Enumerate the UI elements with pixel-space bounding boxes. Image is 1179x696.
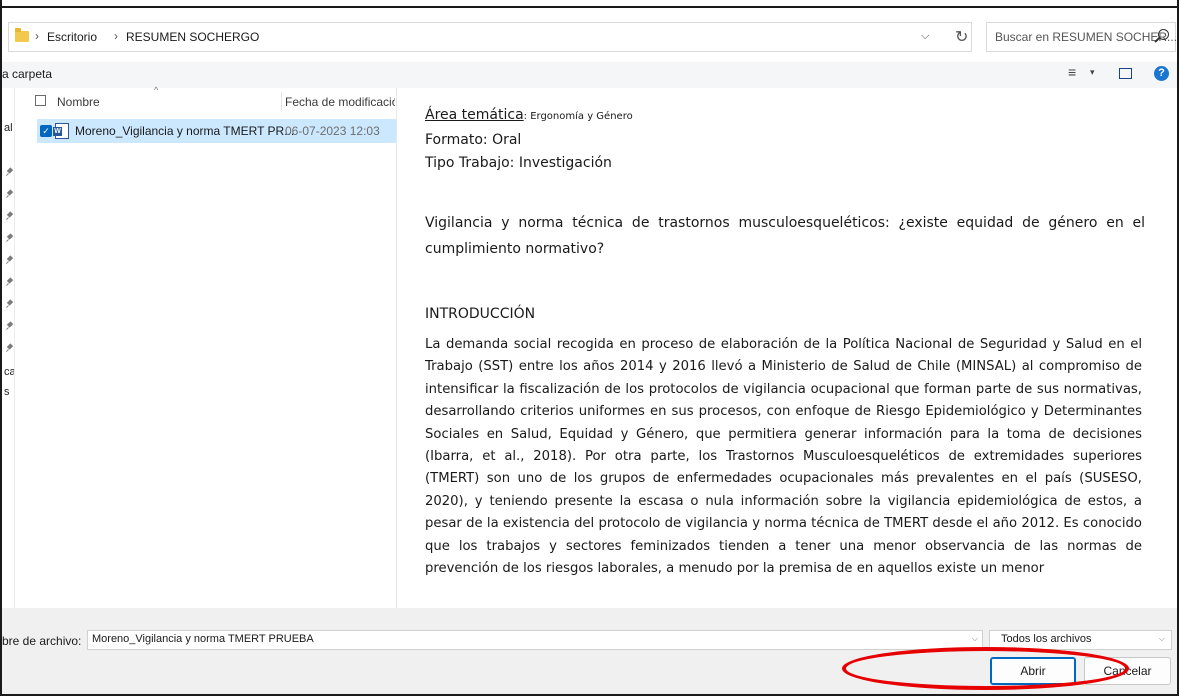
address-bar-row: › Escritorio › RESUMEN SOCHERGO ⌵ ↻ Busc… [2,8,1177,62]
filetype-dropdown-icon[interactable]: ⌵ [1159,634,1165,644]
breadcrumb-escritorio[interactable]: Escritorio [47,30,97,44]
address-history-dropdown-icon[interactable]: ⌵ [921,30,929,43]
pin-icon [6,344,12,352]
preview-heading: INTRODUCCIÓN [425,306,536,322]
pin-icon [6,256,12,264]
column-header-row: Nombre ^ Fecha de modificación [28,85,396,112]
help-icon[interactable]: ? [1154,66,1169,81]
refresh-icon[interactable]: ↻ [955,27,968,47]
preview-formato: Formato: Oral [425,132,522,148]
file-row[interactable]: ✓ W Moreno_Vigilancia y norma TMERT PR..… [37,119,396,143]
select-all-checkbox[interactable] [35,95,46,106]
new-folder-button[interactable]: a carpeta [2,67,52,81]
filename-input[interactable]: Moreno_Vigilancia y norma TMERT PRUEBA ⌵ [87,630,983,650]
column-divider[interactable] [281,92,282,110]
file-list: Nombre ^ Fecha de modificación ✓ W Moren… [28,85,397,611]
pin-icon [6,234,12,242]
file-name: Moreno_Vigilancia y norma TMERT PR... [75,124,295,138]
pin-icon [6,300,12,308]
sort-ascending-icon: ^ [154,85,159,95]
filetype-select[interactable]: Todos los archivos ⌵ [989,630,1172,650]
address-bar[interactable]: › Escritorio › RESUMEN SOCHERGO ⌵ ↻ [8,22,972,52]
pin-icon [6,168,12,176]
word-doc-icon: W [53,123,69,139]
folder-icon [15,28,29,42]
command-toolbar: a carpeta ≡ ▾ ? [2,62,1177,88]
window-top-border [0,0,1179,8]
pin-icon [6,212,12,220]
search-placeholder: Buscar en RESUMEN SOCHER... [995,30,1178,44]
breadcrumb-separator-icon: › [114,29,118,43]
dialog-footer: bre de archivo: Moreno_Vigilancia y norm… [2,608,1177,694]
nav-item-label[interactable]: al [4,122,13,134]
preview-pane: Área temática: Ergonomía y Género Format… [397,88,1175,616]
area-value: : Ergonomía y Género [523,111,633,122]
breadcrumb-resumen-sochergo[interactable]: RESUMEN SOCHERGO [126,30,259,44]
preview-area-tematica: Área temática: Ergonomía y Género [425,107,633,123]
open-button[interactable]: Abrir [990,657,1076,685]
file-row-checkbox[interactable]: ✓ [40,125,52,137]
preview-tipo-trabajo: Tipo Trabajo: Investigación [425,155,612,171]
pin-icon [6,190,12,198]
column-header-date[interactable]: Fecha de modificación [285,95,395,109]
view-options-icon[interactable]: ≡ [1068,64,1076,80]
cancel-button[interactable]: Cancelar [1084,657,1171,685]
search-input[interactable]: Buscar en RESUMEN SOCHER... [986,22,1178,52]
nav-item-label[interactable]: cas [4,366,14,378]
view-options-caret-icon[interactable]: ▾ [1090,67,1095,78]
filename-value: Moreno_Vigilancia y norma TMERT PRUEBA [92,633,314,645]
preview-body: La demanda social recogida en proceso de… [425,337,1142,577]
breadcrumb-separator-icon: › [35,29,39,43]
filename-dropdown-icon[interactable]: ⌵ [972,634,978,644]
pin-icon [6,322,12,330]
filetype-value: Todos los archivos [1001,633,1092,645]
window-left-border [0,0,2,696]
filename-label: bre de archivo: [2,634,82,648]
nav-item-label[interactable]: s [4,386,10,398]
preview-pane-icon[interactable] [1119,68,1132,79]
navigation-pane[interactable]: al cas s [2,88,15,608]
column-header-name[interactable]: Nombre [57,95,100,109]
file-date: 06-07-2023 12:03 [285,124,380,138]
search-icon[interactable] [1158,29,1169,40]
area-label: Área temática [425,107,524,123]
pin-icon [6,278,12,286]
preview-title: Vigilancia y norma técnica de trastornos… [425,215,1145,257]
